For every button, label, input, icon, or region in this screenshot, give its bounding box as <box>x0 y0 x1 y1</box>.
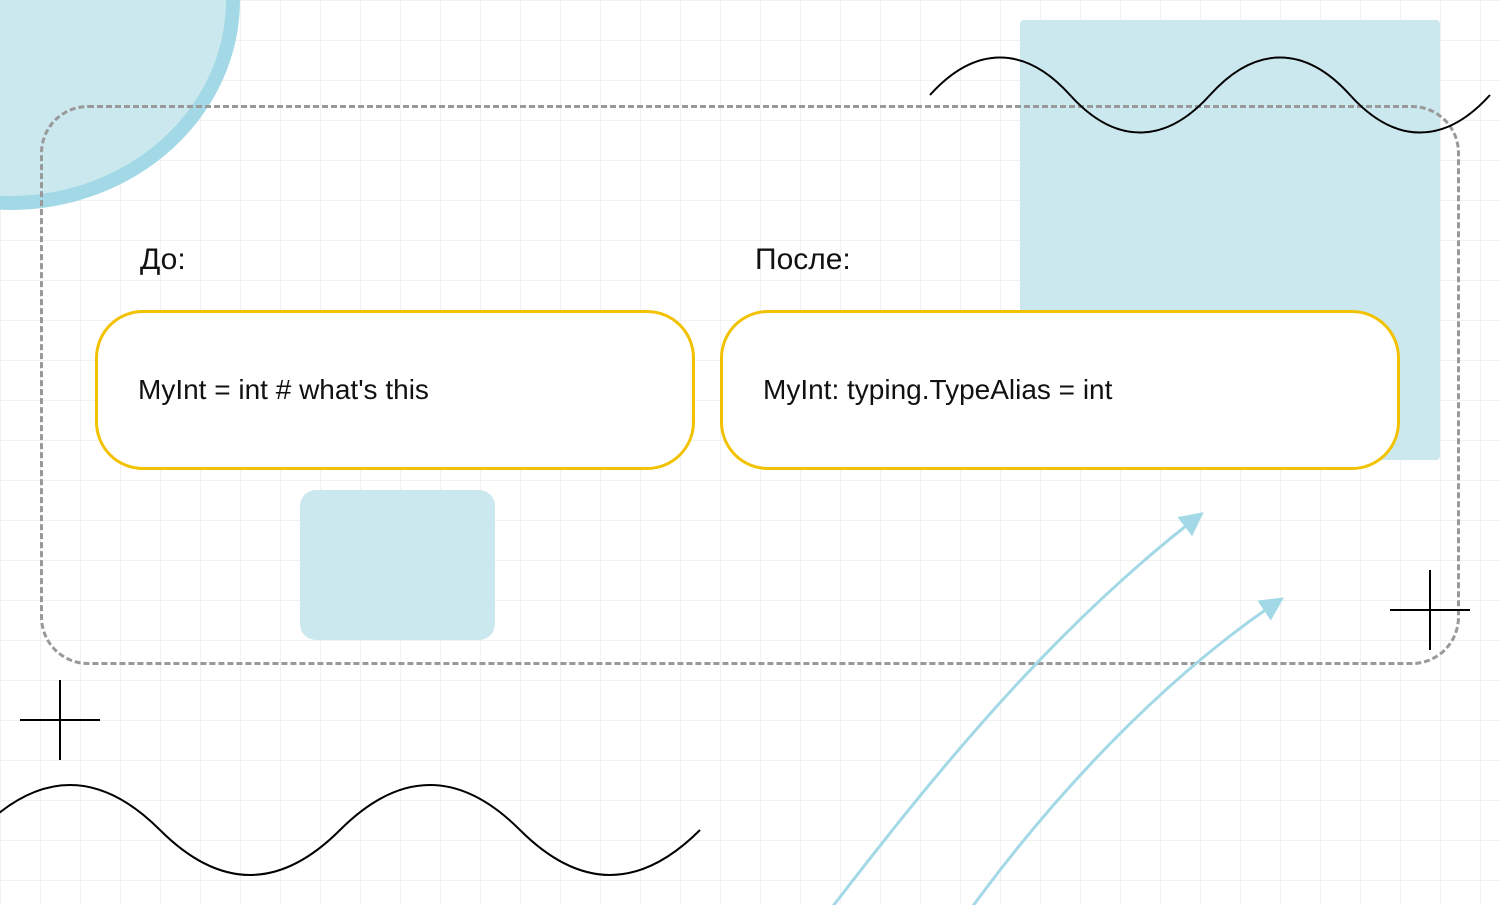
wave-bottom-left <box>0 760 700 900</box>
code-bubble-after: MyInt: typing.TypeAlias = int <box>720 310 1400 470</box>
label-after: После: <box>755 243 851 277</box>
code-after-text: MyInt: typing.TypeAlias = int <box>763 374 1112 406</box>
code-before-text: MyInt = int # what's this <box>138 374 429 406</box>
wave-top-right <box>930 35 1490 155</box>
plus-icon-bottom-left <box>20 680 100 760</box>
label-before: До: <box>140 243 186 277</box>
arrows-bottom-right <box>760 460 1500 905</box>
plus-icon-right <box>1390 570 1470 650</box>
code-bubble-before: MyInt = int # what's this <box>95 310 695 470</box>
